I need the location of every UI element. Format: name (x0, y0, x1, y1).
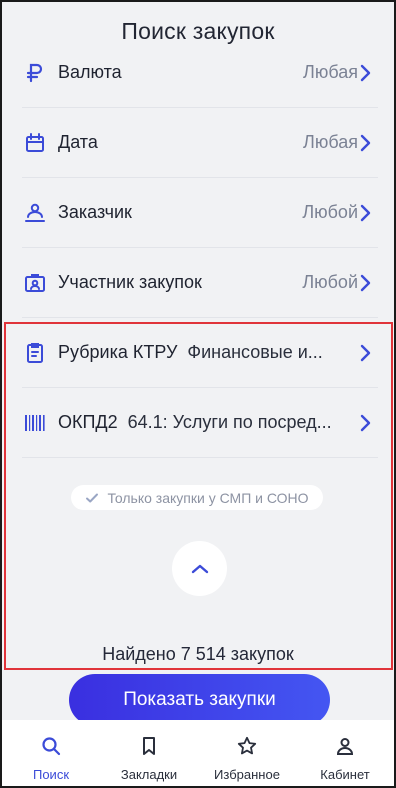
user-icon (335, 736, 355, 761)
tab-bookmarks[interactable]: Закладки (100, 720, 198, 782)
filter-label: Заказчик (58, 202, 132, 222)
clipboard-icon (22, 340, 48, 366)
participant-icon (22, 270, 48, 296)
chevron-up-icon (191, 563, 209, 575)
tab-label: Закладки (120, 767, 178, 782)
chevron-right-icon (358, 134, 372, 152)
filter-okpd2[interactable]: ОКПД2 64.1: Услуги по посред... (22, 388, 378, 458)
filter-label: Валюта (58, 62, 122, 82)
tab-label: Кабинет (320, 767, 370, 782)
filter-customer[interactable]: Заказчик Любой (22, 178, 378, 248)
bookmark-icon (139, 736, 159, 761)
collapse-filters-button[interactable] (172, 541, 227, 596)
filter-ktru[interactable]: Рубрика КТРУ Финансовые и... (22, 318, 378, 388)
results-count: Найдено 7 514 закупок (102, 644, 294, 664)
chevron-right-icon (358, 274, 372, 292)
filter-participant[interactable]: Участник закупок Любой (22, 248, 378, 318)
bottom-tab-bar: Поиск Закладки Избранное Кабинет (2, 720, 394, 786)
filter-label: Рубрика КТРУ (58, 342, 178, 362)
smp-only-label: Только закупки у СМП и СОНО (107, 489, 309, 506)
filter-date[interactable]: Дата Любая (22, 108, 378, 178)
filter-value: 64.1: Услуги по посред... (127, 412, 332, 432)
ruble-icon (22, 60, 48, 86)
search-icon (41, 736, 61, 761)
tab-label: Избранное (214, 767, 280, 782)
star-icon (237, 736, 257, 761)
smp-only-checkbox[interactable]: Только закупки у СМП и СОНО (71, 485, 323, 510)
filter-label: ОКПД2 (58, 412, 118, 432)
chevron-right-icon (358, 64, 372, 82)
filter-currency[interactable]: Валюта Любая (22, 38, 378, 108)
filter-label: Дата (58, 132, 98, 152)
calendar-icon (22, 130, 48, 156)
chevron-right-icon (358, 344, 372, 362)
tab-cabinet[interactable]: Кабинет (296, 720, 394, 782)
filter-label: Участник закупок (58, 272, 202, 292)
filter-value: Финансовые и... (187, 342, 323, 362)
tab-label: Поиск (32, 767, 70, 782)
show-purchases-button[interactable]: Показать закупки (69, 674, 330, 726)
tab-search[interactable]: Поиск (2, 720, 100, 782)
chevron-right-icon (358, 204, 372, 222)
chevron-right-icon (358, 414, 372, 432)
check-icon (85, 491, 99, 505)
tab-favorites[interactable]: Избранное (198, 720, 296, 782)
customer-icon (22, 200, 48, 226)
barcode-icon (22, 410, 48, 436)
